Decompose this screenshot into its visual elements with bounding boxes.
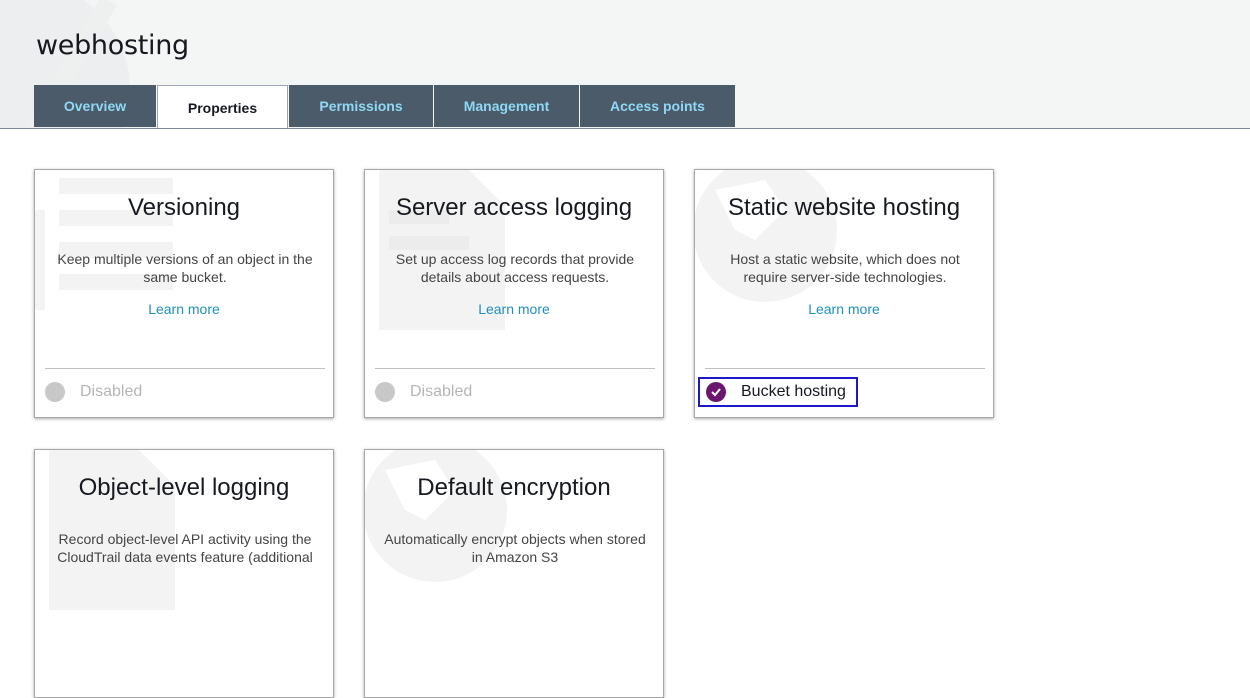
card-divider — [45, 368, 325, 369]
card-description: Automatically encrypt objects when store… — [384, 531, 646, 565]
card-description: Keep multiple versions of an object in t… — [57, 251, 313, 285]
tab-properties[interactable]: Properties — [157, 85, 288, 128]
check-icon — [706, 382, 726, 402]
status-bucket-hosting[interactable]: Bucket hosting — [698, 377, 858, 407]
page-title: webhosting — [36, 30, 189, 61]
learn-more-link[interactable]: Learn more — [365, 301, 663, 317]
card-divider — [705, 368, 985, 369]
status-disabled: Disabled — [45, 382, 142, 402]
disabled-dot-icon — [45, 382, 65, 402]
status-label: Disabled — [80, 383, 143, 400]
server-access-logging-card[interactable]: Server access logging Set up access log … — [364, 169, 664, 418]
object-level-logging-card[interactable]: Object-level logging Record object-level… — [34, 449, 334, 698]
card-title: Default encryption — [417, 474, 611, 501]
tab-management[interactable]: Management — [434, 85, 579, 127]
status-label: Disabled — [410, 383, 473, 400]
learn-more-link[interactable]: Learn more — [695, 301, 993, 317]
card-description: Set up access log records that provide d… — [395, 251, 635, 285]
tab-access-points[interactable]: Access points — [580, 85, 735, 127]
learn-more-link[interactable]: Learn more — [35, 301, 333, 317]
card-divider — [375, 368, 655, 369]
versioning-card[interactable]: Versioning Keep multiple versions of an … — [34, 169, 334, 418]
tab-overview[interactable]: Overview — [34, 85, 156, 127]
status-disabled: Disabled — [375, 382, 472, 402]
card-title: Server access logging — [395, 194, 633, 221]
default-encryption-card[interactable]: Default encryption Automatically encrypt… — [364, 449, 664, 698]
card-title: Versioning — [127, 194, 241, 221]
tab-permissions[interactable]: Permissions — [289, 85, 433, 127]
card-description: Host a static website, which does not re… — [730, 251, 960, 285]
static-website-hosting-card[interactable]: Static website hosting Host a static web… — [694, 169, 994, 418]
disabled-dot-icon — [375, 382, 395, 402]
card-title: Static website hosting — [727, 194, 961, 221]
status-label: Bucket hosting — [741, 383, 846, 400]
card-description: Record object-level API activity using t… — [57, 531, 313, 565]
card-title: Object-level logging — [78, 474, 290, 501]
page-header: webhosting Overview Properties Permissio… — [0, 0, 1250, 129]
